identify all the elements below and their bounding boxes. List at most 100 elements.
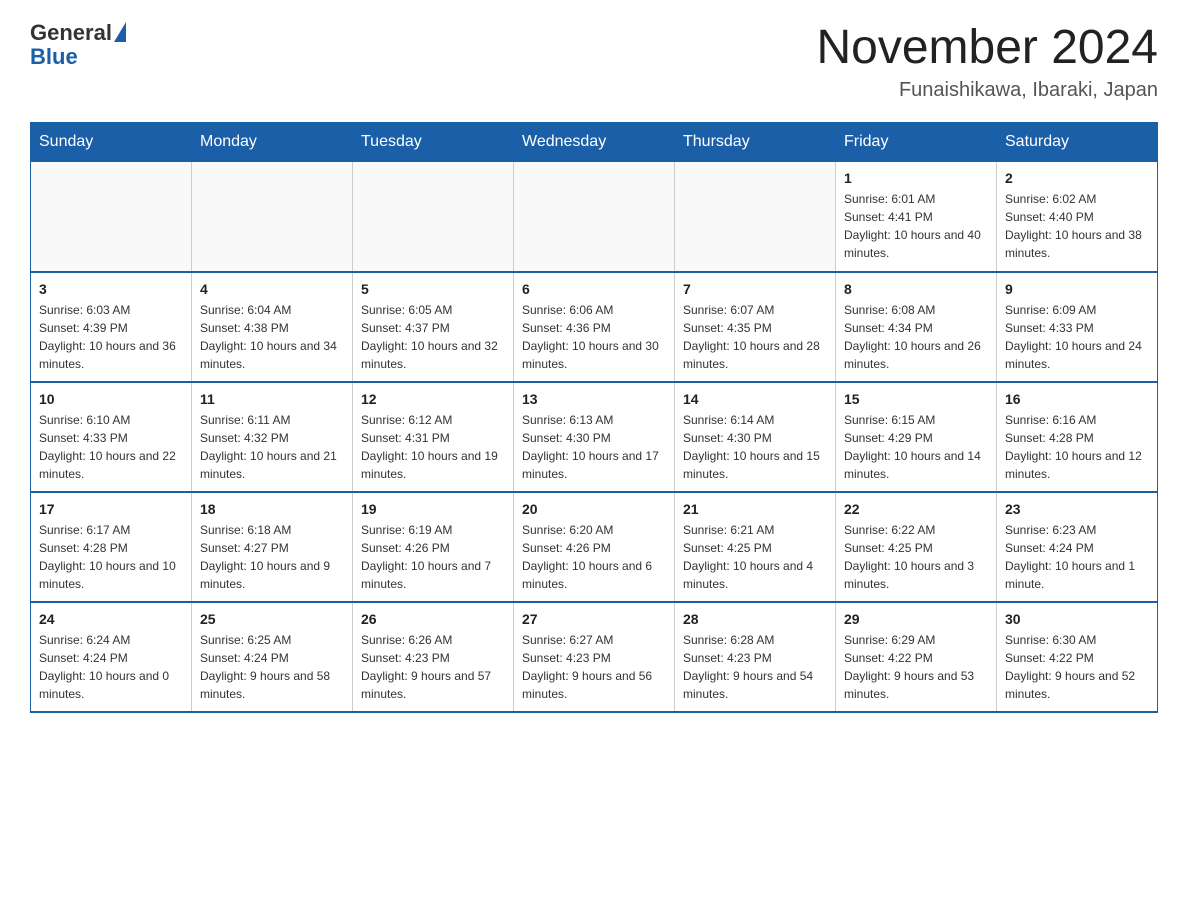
day-number: 21 xyxy=(683,501,827,517)
day-info: Sunrise: 6:22 AM Sunset: 4:25 PM Dayligh… xyxy=(844,521,988,593)
day-number: 9 xyxy=(1005,281,1149,297)
day-number: 22 xyxy=(844,501,988,517)
calendar-cell: 6 Sunrise: 6:06 AM Sunset: 4:36 PM Daylig… xyxy=(514,272,675,382)
day-number: 12 xyxy=(361,391,505,407)
day-number: 25 xyxy=(200,611,344,627)
day-number: 6 xyxy=(522,281,666,297)
day-number: 17 xyxy=(39,501,183,517)
day-info: Sunrise: 6:19 AM Sunset: 4:26 PM Dayligh… xyxy=(361,521,505,593)
day-info: Sunrise: 6:24 AM Sunset: 4:24 PM Dayligh… xyxy=(39,631,183,703)
calendar-cell xyxy=(31,162,192,272)
calendar-cell: 5 Sunrise: 6:05 AM Sunset: 4:37 PM Daylig… xyxy=(353,272,514,382)
calendar-cell: 20 Sunrise: 6:20 AM Sunset: 4:26 PM Dayli… xyxy=(514,492,675,602)
day-info: Sunrise: 6:06 AM Sunset: 4:36 PM Dayligh… xyxy=(522,301,666,373)
day-number: 20 xyxy=(522,501,666,517)
weekday-header-friday: Friday xyxy=(836,123,997,162)
calendar-cell: 7Sunrise: 6:07 AM Sunset: 4:35 PM Daylig… xyxy=(675,272,836,382)
day-number: 5 xyxy=(361,281,505,297)
calendar-cell: 25 Sunrise: 6:25 AM Sunset: 4:24 PM Dayli… xyxy=(192,602,353,712)
calendar-cell: 30Sunrise: 6:30 AM Sunset: 4:22 PM Dayli… xyxy=(997,602,1158,712)
day-info: Sunrise: 6:30 AM Sunset: 4:22 PM Dayligh… xyxy=(1005,631,1149,703)
weekday-header-monday: Monday xyxy=(192,123,353,162)
calendar-header: SundayMondayTuesdayWednesdayThursdayFrid… xyxy=(31,123,1158,162)
calendar-subtitle: Funaishikawa, Ibaraki, Japan xyxy=(816,79,1158,102)
day-info: Sunrise: 6:12 AM Sunset: 4:31 PM Dayligh… xyxy=(361,411,505,483)
page-header: General Blue November 2024 Funaishikawa,… xyxy=(30,20,1158,102)
day-number: 18 xyxy=(200,501,344,517)
day-number: 24 xyxy=(39,611,183,627)
day-number: 11 xyxy=(200,391,344,407)
calendar-cell: 23 Sunrise: 6:23 AM Sunset: 4:24 PM Dayli… xyxy=(997,492,1158,602)
calendar-cell: 4 Sunrise: 6:04 AM Sunset: 4:38 PM Daylig… xyxy=(192,272,353,382)
day-number: 15 xyxy=(844,391,988,407)
calendar-cell: 12 Sunrise: 6:12 AM Sunset: 4:31 PM Dayli… xyxy=(353,382,514,492)
day-info: Sunrise: 6:18 AM Sunset: 4:27 PM Dayligh… xyxy=(200,521,344,593)
day-info: Sunrise: 6:08 AM Sunset: 4:34 PM Dayligh… xyxy=(844,301,988,373)
calendar-cell: 29 Sunrise: 6:29 AM Sunset: 4:22 PM Dayli… xyxy=(836,602,997,712)
day-info: Sunrise: 6:20 AM Sunset: 4:26 PM Dayligh… xyxy=(522,521,666,593)
day-info: Sunrise: 6:21 AM Sunset: 4:25 PM Dayligh… xyxy=(683,521,827,593)
day-number: 26 xyxy=(361,611,505,627)
day-info: Sunrise: 6:26 AM Sunset: 4:23 PM Dayligh… xyxy=(361,631,505,703)
weekday-header-tuesday: Tuesday xyxy=(353,123,514,162)
calendar-cell: 21 Sunrise: 6:21 AM Sunset: 4:25 PM Dayli… xyxy=(675,492,836,602)
day-info: Sunrise: 6:29 AM Sunset: 4:22 PM Dayligh… xyxy=(844,631,988,703)
day-info: Sunrise: 6:17 AM Sunset: 4:28 PM Dayligh… xyxy=(39,521,183,593)
day-number: 14 xyxy=(683,391,827,407)
day-number: 7 xyxy=(683,281,827,297)
calendar-title: November 2024 xyxy=(816,20,1158,75)
weekday-header-thursday: Thursday xyxy=(675,123,836,162)
logo-blue-text: Blue xyxy=(30,44,78,70)
day-number: 8 xyxy=(844,281,988,297)
weekday-header-row: SundayMondayTuesdayWednesdayThursdayFrid… xyxy=(31,123,1158,162)
calendar-cell: 13Sunrise: 6:13 AM Sunset: 4:30 PM Dayli… xyxy=(514,382,675,492)
day-info: Sunrise: 6:28 AM Sunset: 4:23 PM Dayligh… xyxy=(683,631,827,703)
day-number: 2 xyxy=(1005,170,1149,186)
weekday-header-saturday: Saturday xyxy=(997,123,1158,162)
logo-general-text: General xyxy=(30,20,112,46)
calendar-week-4: 17 Sunrise: 6:17 AM Sunset: 4:28 PM Dayli… xyxy=(31,492,1158,602)
calendar-cell: 8 Sunrise: 6:08 AM Sunset: 4:34 PM Daylig… xyxy=(836,272,997,382)
calendar-cell: 16 Sunrise: 6:16 AM Sunset: 4:28 PM Dayli… xyxy=(997,382,1158,492)
calendar-cell: 9 Sunrise: 6:09 AM Sunset: 4:33 PM Daylig… xyxy=(997,272,1158,382)
calendar-cell xyxy=(514,162,675,272)
calendar-cell: 11Sunrise: 6:11 AM Sunset: 4:32 PM Dayli… xyxy=(192,382,353,492)
calendar-cell: 27Sunrise: 6:27 AM Sunset: 4:23 PM Dayli… xyxy=(514,602,675,712)
day-number: 29 xyxy=(844,611,988,627)
calendar-week-2: 3 Sunrise: 6:03 AM Sunset: 4:39 PM Daylig… xyxy=(31,272,1158,382)
day-info: Sunrise: 6:13 AM Sunset: 4:30 PM Dayligh… xyxy=(522,411,666,483)
day-number: 3 xyxy=(39,281,183,297)
day-number: 10 xyxy=(39,391,183,407)
day-info: Sunrise: 6:03 AM Sunset: 4:39 PM Dayligh… xyxy=(39,301,183,373)
day-info: Sunrise: 6:25 AM Sunset: 4:24 PM Dayligh… xyxy=(200,631,344,703)
logo-triangle-icon xyxy=(114,22,126,42)
calendar-cell: 14 Sunrise: 6:14 AM Sunset: 4:30 PM Dayli… xyxy=(675,382,836,492)
day-number: 23 xyxy=(1005,501,1149,517)
day-number: 19 xyxy=(361,501,505,517)
weekday-header-wednesday: Wednesday xyxy=(514,123,675,162)
day-number: 16 xyxy=(1005,391,1149,407)
calendar-cell: 10 Sunrise: 6:10 AM Sunset: 4:33 PM Dayli… xyxy=(31,382,192,492)
day-info: Sunrise: 6:15 AM Sunset: 4:29 PM Dayligh… xyxy=(844,411,988,483)
title-section: November 2024 Funaishikawa, Ibaraki, Jap… xyxy=(816,20,1158,102)
calendar-cell: 3 Sunrise: 6:03 AM Sunset: 4:39 PM Daylig… xyxy=(31,272,192,382)
calendar-cell: 17 Sunrise: 6:17 AM Sunset: 4:28 PM Dayli… xyxy=(31,492,192,602)
day-number: 4 xyxy=(200,281,344,297)
weekday-header-sunday: Sunday xyxy=(31,123,192,162)
day-number: 28 xyxy=(683,611,827,627)
calendar-cell xyxy=(675,162,836,272)
calendar-cell: 24 Sunrise: 6:24 AM Sunset: 4:24 PM Dayli… xyxy=(31,602,192,712)
day-number: 1 xyxy=(844,170,988,186)
day-info: Sunrise: 6:27 AM Sunset: 4:23 PM Dayligh… xyxy=(522,631,666,703)
day-info: Sunrise: 6:09 AM Sunset: 4:33 PM Dayligh… xyxy=(1005,301,1149,373)
day-info: Sunrise: 6:05 AM Sunset: 4:37 PM Dayligh… xyxy=(361,301,505,373)
calendar-week-3: 10 Sunrise: 6:10 AM Sunset: 4:33 PM Dayli… xyxy=(31,382,1158,492)
day-info: Sunrise: 6:23 AM Sunset: 4:24 PM Dayligh… xyxy=(1005,521,1149,593)
calendar-cell: 15 Sunrise: 6:15 AM Sunset: 4:29 PM Dayli… xyxy=(836,382,997,492)
day-info: Sunrise: 6:04 AM Sunset: 4:38 PM Dayligh… xyxy=(200,301,344,373)
calendar-cell: 18 Sunrise: 6:18 AM Sunset: 4:27 PM Dayli… xyxy=(192,492,353,602)
day-info: Sunrise: 6:16 AM Sunset: 4:28 PM Dayligh… xyxy=(1005,411,1149,483)
day-info: Sunrise: 6:14 AM Sunset: 4:30 PM Dayligh… xyxy=(683,411,827,483)
calendar-cell: 26 Sunrise: 6:26 AM Sunset: 4:23 PM Dayli… xyxy=(353,602,514,712)
day-info: Sunrise: 6:10 AM Sunset: 4:33 PM Dayligh… xyxy=(39,411,183,483)
